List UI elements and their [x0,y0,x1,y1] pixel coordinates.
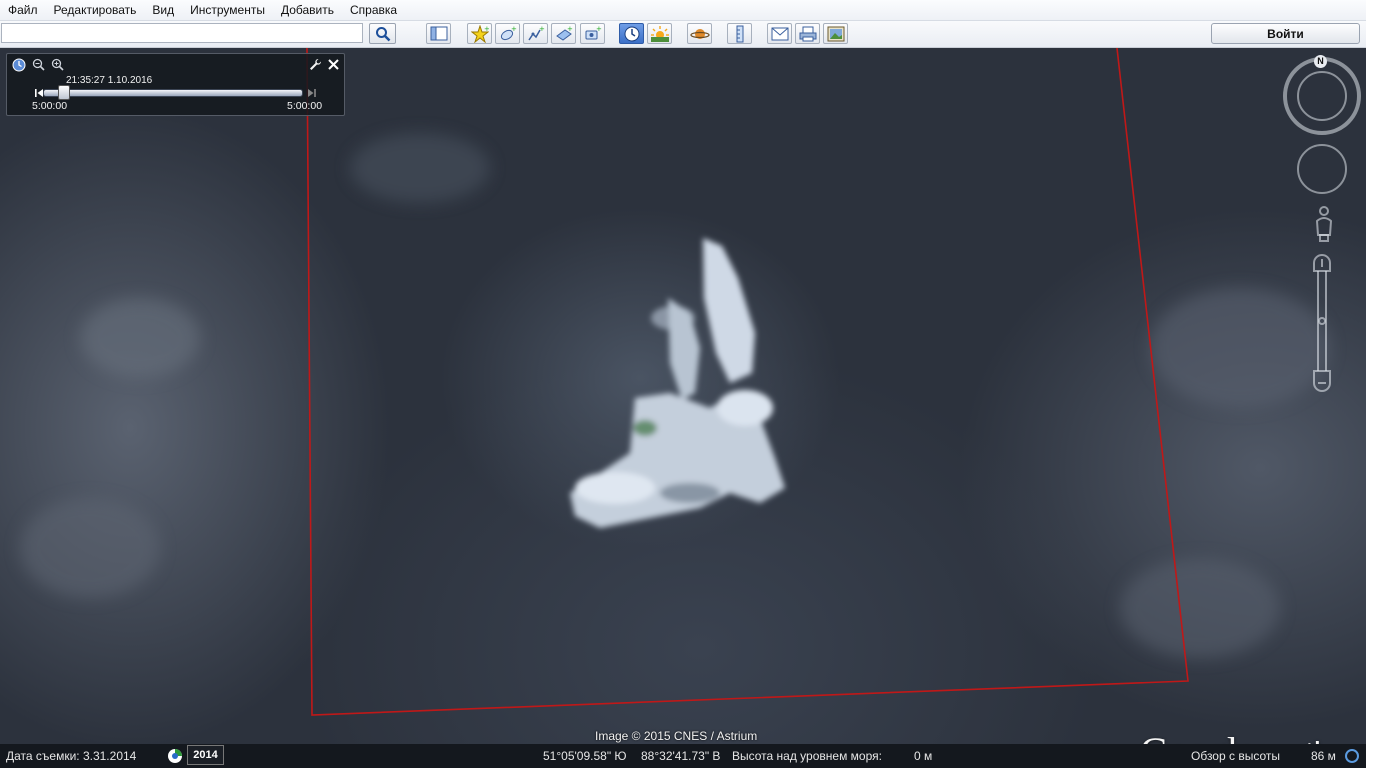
historical-imagery-icon[interactable] [167,748,183,764]
menu-help[interactable]: Справка [342,0,405,20]
menu-file[interactable]: Файл [0,0,46,20]
historical-imagery-button[interactable] [619,23,644,44]
search-icon [375,26,390,41]
menu-tools[interactable]: Инструменты [182,0,273,20]
ruler-button[interactable] [727,23,752,44]
imagery-credit: Image © 2015 CNES / Astrium [595,729,758,743]
image-overlay-icon: + [555,25,573,41]
menu-edit[interactable]: Редактировать [46,0,145,20]
look-around-ring[interactable] [1283,57,1361,135]
street-view-pegman-icon[interactable] [1315,206,1333,242]
save-image-icon [827,26,844,41]
elevation-value: 0 м [914,749,933,763]
range-end-time: 5:00:00 [287,100,323,112]
eye-altitude-value: 86 м [1311,749,1336,763]
imagery-year-button[interactable]: 2014 [187,745,224,765]
elevation-label: Высота над уровнем моря: [732,749,882,763]
sunlight-icon [650,25,669,42]
sunlight-button[interactable] [647,23,672,44]
zoom-slider[interactable] [1313,254,1331,392]
search-button[interactable] [369,23,396,44]
wrench-icon[interactable] [309,58,322,71]
svg-text:+: + [567,25,573,33]
record-tour-icon: + [585,25,602,39]
record-tour-button[interactable]: + [580,23,605,44]
navigation-graphics [1283,57,1361,392]
time-slider-panel: 21:35:27 1.10.2016 5:00:00 5:00:00 [6,53,345,116]
time-slider-thumb[interactable] [57,85,70,100]
loading-indicator-icon [1345,749,1359,763]
print-icon [799,26,816,41]
map-view[interactable]: Image © 2015 CNES / Astrium Google earth [0,48,1366,744]
login-button[interactable]: Войти [1211,23,1360,44]
zoom-out-icon[interactable] [32,58,45,71]
svg-text:+: + [596,25,602,33]
svg-text:+: + [484,25,489,33]
sidebar-icon [430,26,447,41]
menu-add[interactable]: Добавить [273,0,342,20]
toolbar: + + + + + Войти [0,21,1366,48]
menu-bar: Файл Редактировать Вид Инструменты Добав… [0,0,1366,21]
polygon-icon: + [500,25,517,40]
current-time-label: 21:35:27 1.10.2016 [66,75,153,86]
search-input[interactable] [1,23,363,43]
print-button[interactable] [795,23,820,44]
satellite-imagery [20,48,1330,716]
time-slider-track[interactable] [43,89,303,97]
close-icon[interactable] [328,59,339,70]
sidebar-toggle-button[interactable] [426,23,451,44]
range-start-time: 5:00:00 [32,100,68,112]
add-path-button[interactable]: + [523,23,548,44]
capture-date: Дата съемки: 3.31.2014 [6,749,137,763]
save-image-button[interactable] [823,23,848,44]
google-earth-logo: Google earth [1140,728,1332,744]
latitude: 51°05'09.58" Ю [543,749,627,763]
zoom-in-icon[interactable] [51,58,64,71]
navigation-controls: N [1282,53,1366,403]
menu-view[interactable]: Вид [144,0,182,20]
planets-icon [689,28,710,39]
add-image-overlay-button[interactable]: + [551,23,576,44]
logo-google-text: Google [1140,729,1255,744]
ruler-icon [736,25,743,42]
move-joystick[interactable] [1297,144,1347,194]
historical-imagery-icon [624,26,639,41]
clock-icon[interactable] [12,58,26,72]
add-placemark-button[interactable]: + [467,23,492,44]
north-indicator[interactable]: N [1314,55,1327,68]
status-bar: Дата съемки: 3.31.2014 2014 51°05'09.58"… [0,744,1366,768]
longitude: 88°32'41.73" В [641,749,721,763]
svg-text:+: + [511,25,517,33]
logo-earth-text: earth [1259,735,1332,744]
eye-altitude-label: Обзор с высоты [1191,749,1280,763]
planets-button[interactable] [687,23,712,44]
email-button[interactable] [767,23,792,44]
path-icon: + [527,25,545,40]
add-polygon-button[interactable]: + [495,23,520,44]
step-forward-icon[interactable] [307,88,316,98]
placemark-icon: + [470,24,489,43]
svg-text:+: + [539,25,545,33]
email-icon [771,27,788,40]
